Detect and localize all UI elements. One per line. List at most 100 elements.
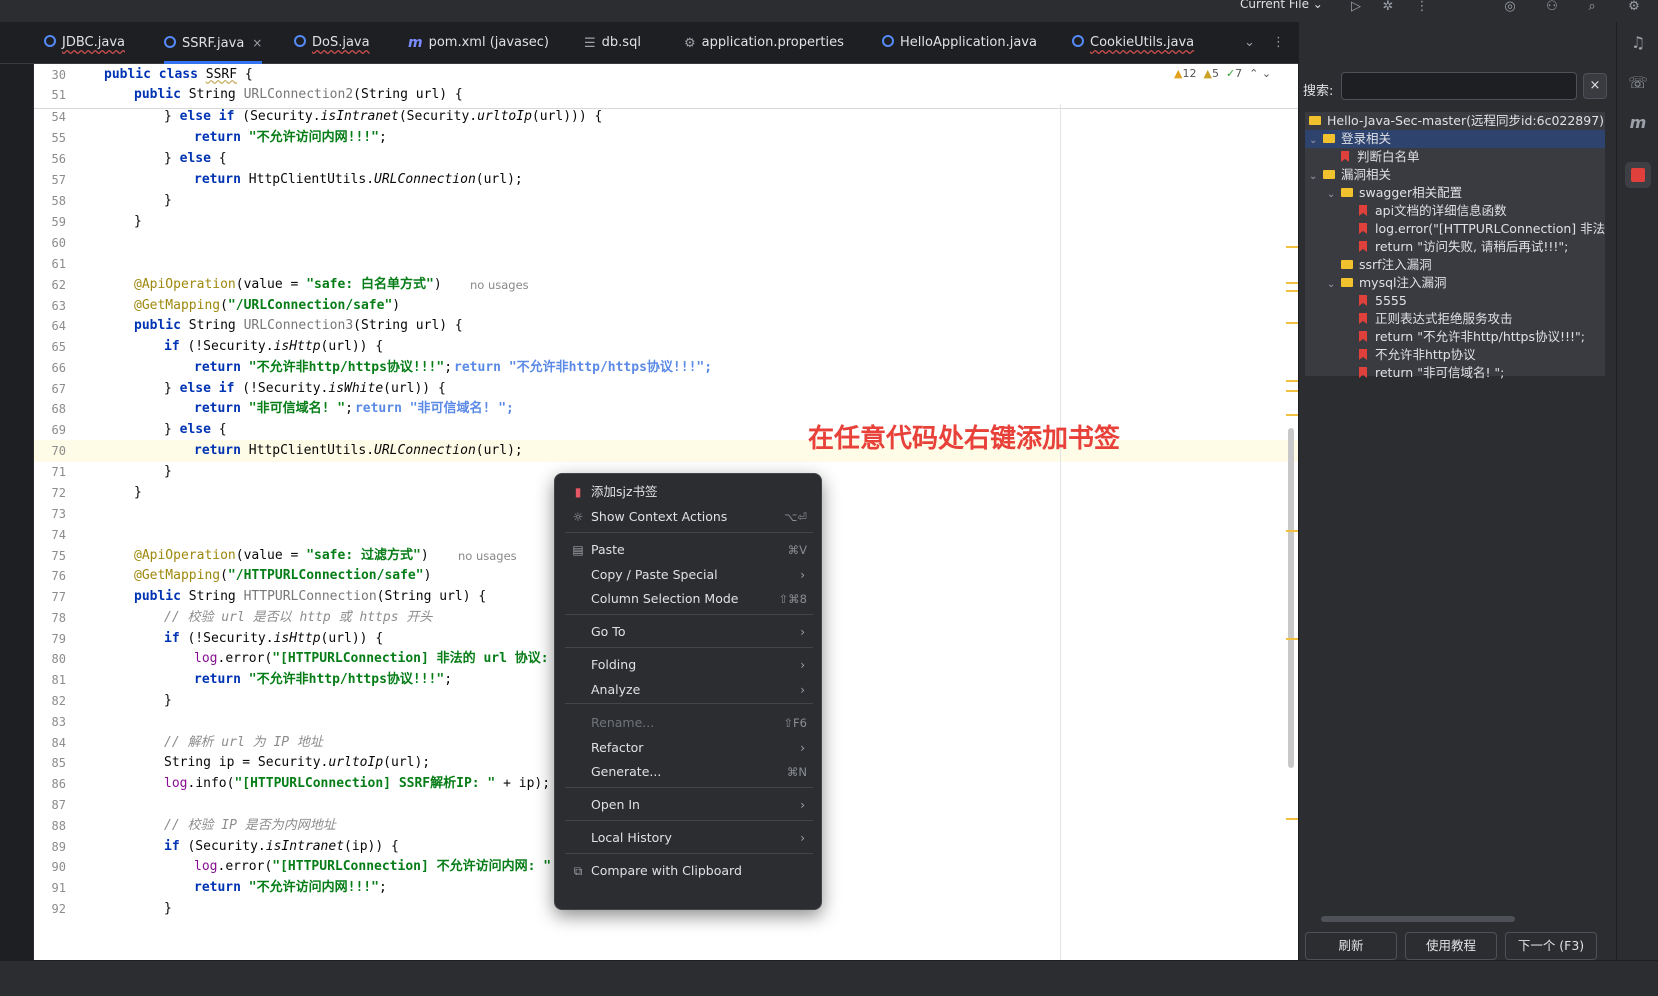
chevron-down-icon[interactable]: ⌄	[1262, 67, 1271, 80]
ai-assistant-icon[interactable]: ◎	[1502, 0, 1518, 16]
tab-ssrf-java[interactable]: SSRF.java ×	[164, 22, 263, 64]
inspection-widget[interactable]: ▲12 ▲5 ✓7 ⌃ ⌄	[1174, 67, 1271, 80]
tree-bookmark[interactable]: api文档的详细信息函数	[1305, 202, 1605, 220]
menu-item-sjz[interactable]: ▮ 添加sjz书签	[561, 480, 817, 504]
code-token: }	[164, 464, 172, 479]
code-token: "不允许访问内网!!!"	[248, 880, 379, 895]
no-usages-hint[interactable]: no usages	[458, 545, 517, 567]
menu-item-folding[interactable]: Folding ›	[561, 653, 817, 677]
tab-dos-java[interactable]: DoS.java	[294, 22, 370, 64]
tree-bookmark[interactable]: log.error("[HTTPURLConnection] 非法	[1305, 220, 1605, 238]
menu-item-generate[interactable]: Generate... ⌘N	[561, 760, 817, 784]
line-number: 67	[51, 382, 66, 396]
code-line[interactable]: 54} else if (Security.isIntranet(Securit…	[34, 106, 1298, 128]
tutorial-button[interactable]: 使用教程	[1405, 932, 1497, 960]
refresh-button[interactable]: 刷新	[1305, 932, 1397, 960]
code-line[interactable]: 55 return "不允许访问内网!!!";	[34, 127, 1298, 149]
close-tab-icon[interactable]: ×	[252, 36, 262, 50]
tree-folder[interactable]: ⌄ 漏洞相关	[1305, 166, 1605, 184]
more-actions-icon[interactable]: ⋮	[1414, 0, 1430, 16]
tree-folder[interactable]: ssrf注入漏洞	[1305, 256, 1605, 274]
tree-bookmark[interactable]: return "非可信域名! ";	[1305, 364, 1605, 382]
tab-label: SSRF.java	[182, 36, 245, 51]
tree-bookmark[interactable]: 5555	[1305, 292, 1605, 310]
tabs-more-icon[interactable]: ⋮	[1272, 22, 1285, 64]
panel-horizontal-scrollbar[interactable]	[1321, 916, 1515, 922]
tree-node-label: ssrf注入漏洞	[1359, 257, 1432, 272]
notifications-bell-icon[interactable]: ♫	[1625, 30, 1651, 56]
tree-bookmark[interactable]: return "访问失败, 请稍后再试!!!";	[1305, 238, 1605, 256]
code-line[interactable]: 67} else if (!Security.isWhite(url)) {	[34, 378, 1298, 400]
code-line[interactable]: 63 @GetMapping("/URLConnection/safe")	[34, 295, 1298, 317]
code-line[interactable]: 65 if (!Security.isHttp(url)) {	[34, 336, 1298, 358]
code-token: URLConnection3	[243, 318, 354, 333]
run-icon[interactable]: ▷	[1348, 0, 1364, 16]
code-line[interactable]: 64 public String URLConnection3(String ur…	[34, 315, 1298, 337]
menu-item-analyze[interactable]: Analyze ›	[561, 678, 817, 702]
bookmark-search-input[interactable]	[1341, 72, 1577, 100]
chevron-down-icon[interactable]: ⌄	[1309, 132, 1323, 148]
menu-item-compare-with-clipboard[interactable]: ⧉ Compare with Clipboard	[561, 859, 817, 883]
add-user-icon[interactable]: ⚇	[1544, 0, 1560, 16]
code-line[interactable]: 66 return "不允许非http/https协议!!!"; return "不…	[34, 357, 1298, 379]
code-token: error	[225, 651, 265, 666]
menu-item-go-to[interactable]: Go To ›	[561, 620, 817, 644]
code-line[interactable]: 62 @ApiOperation(value = "safe: 白名单方式") no…	[34, 274, 1298, 296]
tab-helloapplication-java[interactable]: HelloApplication.java	[882, 22, 1037, 64]
maven-icon[interactable]: m	[1625, 110, 1651, 136]
menu-item-refactor[interactable]: Refactor ›	[561, 736, 817, 760]
chevron-down-icon[interactable]: ⌄	[1327, 276, 1341, 292]
tree-folder[interactable]: ⌄ swagger相关配置	[1305, 184, 1605, 202]
tree-folder[interactable]: ⌄ mysql注入漏洞	[1305, 274, 1605, 292]
debug-icon[interactable]: ✲	[1380, 0, 1396, 16]
code-token: ;	[378, 130, 387, 145]
menu-item-column-selection-mode[interactable]: Column Selection Mode ⇧⌘8	[561, 587, 817, 611]
code-line[interactable]: 51 public String URLConnection2(String ur…	[34, 84, 1298, 106]
code-line[interactable]: 59}	[34, 211, 1298, 233]
chevron-down-icon[interactable]: ⌄	[1327, 186, 1341, 202]
code-line[interactable]: 30 public class SSRF {	[34, 64, 1298, 86]
no-usages-hint[interactable]: no usages	[470, 274, 529, 296]
tab-application-properties[interactable]: ⚙ application.properties	[684, 22, 844, 64]
chevron-up-icon[interactable]: ⌃	[1249, 67, 1258, 80]
bookmark-tool-icon[interactable]	[1625, 162, 1651, 188]
tree-bookmark[interactable]: return "不允许非http/https协议!!!";	[1305, 328, 1605, 346]
menu-item-local-history[interactable]: Local History ›	[561, 826, 817, 850]
tree-bookmark[interactable]: 判断白名单	[1305, 148, 1605, 166]
menu-item-show-context-actions[interactable]: ☼ Show Context Actions ⌥⏎	[561, 505, 817, 529]
settings-gear-icon[interactable]: ⚙	[1626, 0, 1642, 16]
menu-item-open-in[interactable]: Open In ›	[561, 793, 817, 817]
code-line[interactable]: 68 return "非可信域名! "; return "非可信域名! ";	[34, 398, 1298, 420]
tree-bookmark[interactable]: 正则表达式拒绝服务攻击	[1305, 310, 1605, 328]
menu-item-paste[interactable]: ▤ Paste ⌘V	[561, 538, 817, 562]
code-line[interactable]: 58}	[34, 190, 1298, 212]
ai-chat-icon[interactable]: ☏	[1625, 70, 1651, 96]
line-number: 91	[51, 881, 66, 895]
chevron-down-icon[interactable]: ⌄	[1309, 168, 1323, 184]
tab-jdbc-java[interactable]: JDBC.java	[44, 22, 125, 64]
tab-pom-xml-javasec-[interactable]: m pom.xml (javasec)	[408, 22, 549, 64]
tab-cookieutils-java[interactable]: CookieUtils.java	[1072, 22, 1194, 64]
menu-shortcut: ⌥⏎	[784, 510, 807, 524]
code-line[interactable]: 61	[34, 253, 1298, 275]
search-icon[interactable]: ⌕	[1584, 0, 1600, 16]
tutorial-annotation: 在任意代码处右键添加书签	[808, 424, 1121, 454]
code-line[interactable]: 57 return HttpClientUtils.URLConnection(u…	[34, 169, 1298, 191]
tree-bookmark[interactable]: 不允许非http协议	[1305, 346, 1605, 364]
line-number: 76	[51, 569, 66, 583]
tabs-dropdown-chevron-icon[interactable]: ⌄	[1244, 22, 1255, 64]
next-button[interactable]: 下一个 (F3)	[1505, 932, 1597, 960]
scroll-marker	[1286, 322, 1298, 324]
code-token: }	[164, 422, 180, 437]
code-line[interactable]: 60	[34, 232, 1298, 254]
tab-db-sql[interactable]: ☰ db.sql	[584, 22, 641, 64]
clear-search-button[interactable]: ×	[1583, 73, 1607, 99]
run-configuration-selector[interactable]: Current File ⌄	[1240, 0, 1323, 11]
line-number: 60	[51, 236, 66, 250]
tree-folder[interactable]: Hello-Java-Sec-master(远程同步id:6c022897)	[1305, 112, 1605, 130]
editor-scrollbar[interactable]	[1288, 428, 1294, 768]
tree-node-label: 5555	[1375, 293, 1407, 308]
menu-item-copy-paste-special[interactable]: Copy / Paste Special ›	[561, 563, 817, 587]
code-line[interactable]: 56} else {	[34, 148, 1298, 170]
tree-folder[interactable]: ⌄ 登录相关	[1305, 130, 1605, 148]
